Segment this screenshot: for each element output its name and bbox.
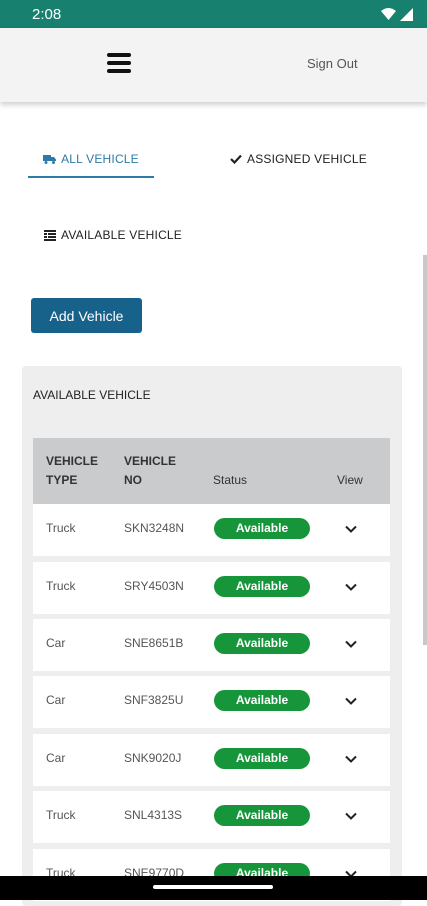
wifi-icon	[381, 8, 396, 20]
chevron-down-icon[interactable]	[344, 637, 358, 651]
tab-assigned-vehicle[interactable]: ASSIGNED VEHICLE	[230, 152, 367, 166]
table-row: Truck SNL4313S Available	[33, 791, 390, 843]
tab-available-vehicle-label: AVAILABLE VEHICLE	[61, 228, 183, 242]
status-time: 2:08	[32, 5, 62, 23]
chevron-down-icon[interactable]	[344, 752, 358, 766]
tab-all-vehicle-label: ALL VEHICLE	[61, 152, 139, 166]
vehicle-no: SNE8651B	[124, 636, 184, 650]
status-icons	[381, 7, 413, 21]
vehicle-no: SRY4503N	[124, 579, 184, 593]
status-badge: Available	[214, 633, 310, 654]
add-vehicle-button[interactable]: Add Vehicle	[31, 298, 142, 333]
chevron-down-icon[interactable]	[344, 809, 358, 823]
status-bar: 2:08	[0, 0, 427, 28]
menu-icon[interactable]	[107, 53, 131, 73]
system-navigation-bar	[0, 876, 427, 900]
check-icon	[230, 154, 242, 164]
list-icon	[44, 229, 56, 241]
table-row: Truck SKN3248N Available	[33, 504, 390, 556]
chevron-down-icon[interactable]	[344, 580, 358, 594]
vehicle-type: Truck	[46, 579, 76, 593]
sign-out-link[interactable]: Sign Out	[307, 56, 358, 71]
vehicle-no: SNL4313S	[124, 808, 183, 822]
table-row: Car SNE8651B Available	[33, 619, 390, 671]
column-view: View	[337, 473, 363, 487]
table-row: Car SNK9020J Available	[33, 734, 390, 786]
vehicle-type: Car	[46, 693, 66, 707]
status-badge: Available	[214, 690, 310, 711]
vehicle-type: Truck	[46, 521, 76, 535]
status-badge: Available	[214, 805, 310, 826]
column-status: Status	[213, 473, 248, 487]
available-vehicle-panel: AVAILABLE VEHICLE VEHICLE TYPE VEHICLE N…	[22, 366, 402, 906]
vehicle-no: SNK9020J	[124, 751, 182, 765]
vehicle-type: Car	[46, 636, 66, 650]
status-badge: Available	[214, 576, 310, 597]
tab-all-vehicle[interactable]: ALL VEHICLE	[28, 142, 154, 178]
vehicle-no: SKN3248N	[124, 521, 185, 535]
tab-assigned-vehicle-label: ASSIGNED VEHICLE	[247, 152, 367, 166]
tab-available-vehicle[interactable]: AVAILABLE VEHICLE	[44, 228, 182, 242]
scrollbar[interactable]	[423, 255, 427, 645]
status-badge: Available	[214, 748, 310, 769]
table-header: VEHICLE TYPE VEHICLE NO Status View	[33, 438, 390, 504]
signal-icon	[400, 7, 413, 21]
chevron-down-icon[interactable]	[344, 694, 358, 708]
table-row: Car SNF3825U Available	[33, 676, 390, 728]
column-vehicle-no: VEHICLE NO	[124, 454, 177, 487]
truck-icon	[43, 155, 57, 164]
vehicle-no: SNF3825U	[124, 693, 184, 707]
chevron-down-icon[interactable]	[344, 522, 358, 536]
vehicle-type: Car	[46, 751, 66, 765]
app-header: Sign Out	[0, 28, 427, 102]
vehicle-type: Truck	[46, 808, 76, 822]
column-vehicle-type: VEHICLE TYPE	[46, 454, 99, 487]
home-gesture-handle[interactable]	[153, 885, 273, 889]
table-row: Truck SRY4503N Available	[33, 562, 390, 614]
status-badge: Available	[214, 518, 310, 539]
panel-title: AVAILABLE VEHICLE	[33, 388, 151, 402]
